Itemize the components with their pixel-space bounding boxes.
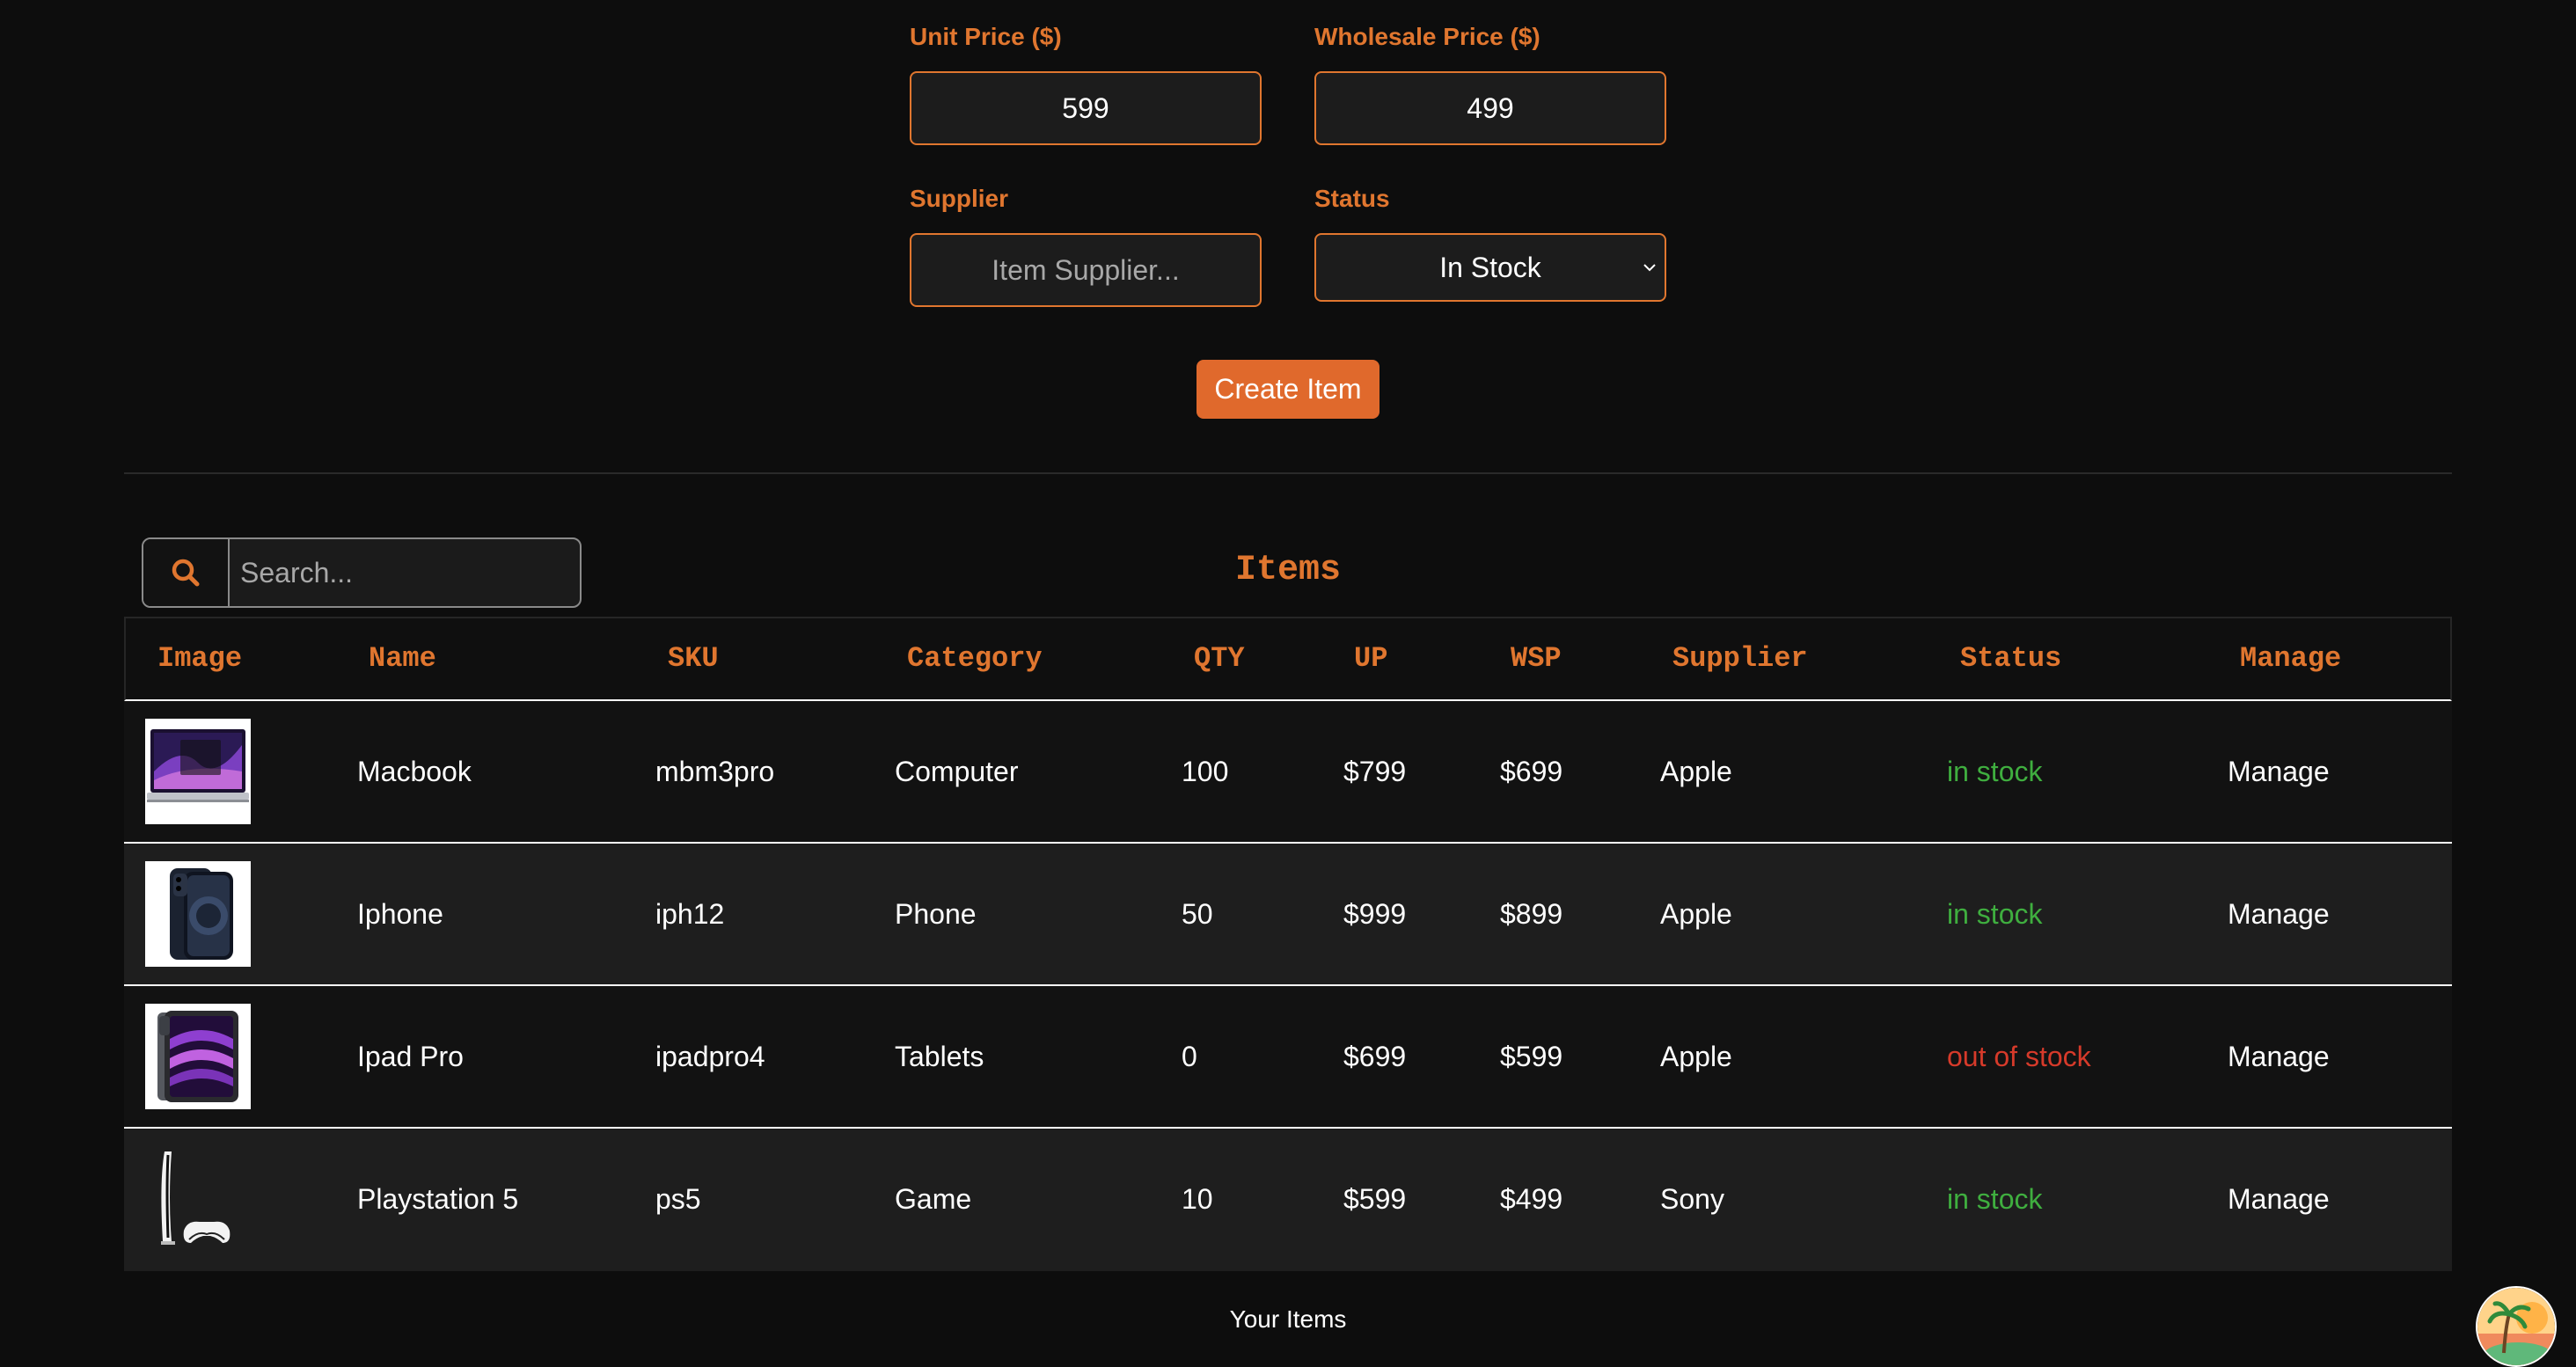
cell-category: Phone	[895, 898, 977, 930]
chevron-down-icon	[1643, 264, 1656, 272]
table-row: Playstation 5 ps5 Game 10 $599 $499 Sony…	[124, 1129, 2452, 1271]
status-badge: in stock	[1947, 1183, 2043, 1215]
table-row: Ipad Pro ipadpro4 Tablets 0 $699 $599 Ap…	[124, 986, 2452, 1129]
cell-sku: iph12	[655, 898, 725, 930]
header-image: Image	[157, 642, 243, 675]
supplier-input[interactable]: Item Supplier...	[910, 233, 1262, 307]
avatar[interactable]	[2476, 1286, 2557, 1367]
cell-sku: ipadpro4	[655, 1041, 765, 1072]
wholesale-price-input[interactable]: 499	[1314, 71, 1666, 145]
iphone-image	[145, 861, 251, 967]
cell-supplier: Apple	[1660, 756, 1732, 787]
supplier-label: Supplier	[910, 185, 1009, 212]
cell-name: Macbook	[357, 756, 472, 787]
unit-price-label: Unit Price ($)	[910, 23, 1062, 50]
cell-category: Game	[895, 1183, 972, 1215]
cell-supplier: Sony	[1660, 1183, 1724, 1215]
manage-link[interactable]: Manage	[2228, 701, 2330, 842]
create-item-button[interactable]: Create Item	[1197, 360, 1379, 419]
status-badge: in stock	[1947, 898, 2043, 930]
items-title: Items	[1234, 551, 1342, 590]
cell-qty: 100	[1182, 756, 1229, 787]
cell-unit-price: $599	[1343, 1183, 1407, 1215]
items-table: Image Name SKU Category QTY UP WSP Suppl…	[124, 617, 2452, 1271]
section-divider	[124, 472, 2452, 474]
manage-link[interactable]: Manage	[2228, 1129, 2330, 1269]
table-row: Macbook mbm3pro Computer 100 $799 $699 A…	[124, 701, 2452, 844]
search-icon	[172, 559, 200, 587]
cell-sku: ps5	[655, 1183, 701, 1215]
status-badge: out of stock	[1947, 1041, 2091, 1072]
header-status: Status	[1960, 642, 2062, 675]
playstation-image	[145, 1146, 251, 1252]
header-manage: Manage	[2240, 642, 2342, 675]
wholesale-price-label: Wholesale Price ($)	[1314, 23, 1540, 50]
search-box: Search...	[142, 537, 582, 608]
cell-unit-price: $999	[1343, 898, 1407, 930]
cell-name: Iphone	[357, 898, 443, 930]
cell-wholesale-price: $899	[1500, 898, 1563, 930]
header-sku: SKU	[668, 642, 719, 675]
table-header: Image Name SKU Category QTY UP WSP Suppl…	[124, 617, 2452, 701]
cell-qty: 50	[1182, 898, 1213, 930]
search-input[interactable]: Search...	[231, 539, 580, 606]
cell-unit-price: $699	[1343, 1041, 1407, 1072]
header-qty: QTY	[1194, 642, 1245, 675]
header-wsp: WSP	[1511, 642, 1562, 675]
status-select[interactable]: In Stock	[1314, 233, 1666, 302]
cell-unit-price: $799	[1343, 756, 1407, 787]
header-category: Category	[907, 642, 1043, 675]
status-badge: in stock	[1947, 756, 2043, 787]
cell-name: Playstation 5	[357, 1183, 519, 1215]
search-button[interactable]	[143, 539, 230, 606]
manage-link[interactable]: Manage	[2228, 986, 2330, 1127]
ipad-image	[145, 1004, 251, 1109]
cell-supplier: Apple	[1660, 1041, 1732, 1072]
cell-category: Tablets	[895, 1041, 984, 1072]
cell-qty: 0	[1182, 1041, 1197, 1072]
header-up: UP	[1354, 642, 1388, 675]
header-name: Name	[369, 642, 436, 675]
cell-category: Computer	[895, 756, 1019, 787]
header-supplier: Supplier	[1672, 642, 1808, 675]
cell-supplier: Apple	[1660, 898, 1732, 930]
unit-price-input[interactable]: 599	[910, 71, 1262, 145]
cell-name: Ipad Pro	[357, 1041, 464, 1072]
cell-qty: 10	[1182, 1183, 1213, 1215]
status-label: Status	[1314, 185, 1390, 212]
status-selected-value: In Stock	[1439, 252, 1541, 283]
cell-wholesale-price: $499	[1500, 1183, 1563, 1215]
table-caption: Your Items	[1229, 1305, 1347, 1333]
macbook-image	[145, 719, 251, 824]
cell-wholesale-price: $599	[1500, 1041, 1563, 1072]
table-row: Iphone iph12 Phone 50 $999 $899 Apple in…	[124, 844, 2452, 986]
cell-sku: mbm3pro	[655, 756, 775, 787]
cell-wholesale-price: $699	[1500, 756, 1563, 787]
manage-link[interactable]: Manage	[2228, 844, 2330, 984]
